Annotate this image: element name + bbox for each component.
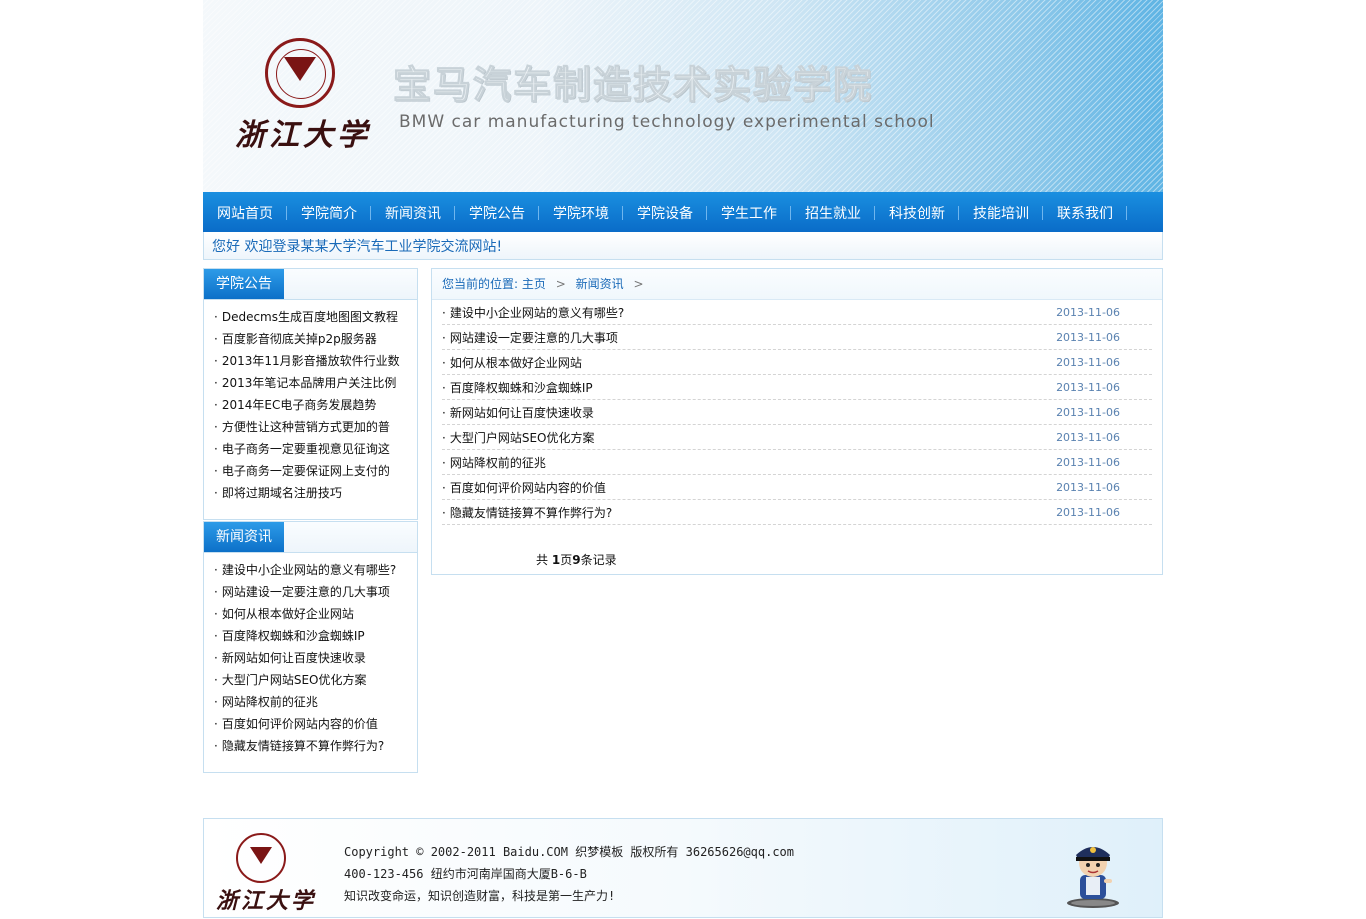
nav-item-environment[interactable]: 学院环境 bbox=[539, 192, 623, 232]
nav-item-news[interactable]: 新闻资讯 bbox=[371, 192, 455, 232]
welcome-bar: 您好 欢迎登录某某大学汽车工业学院交流网站! bbox=[203, 232, 1163, 260]
list-item[interactable]: 百度降权蜘蛛和沙盒蜘蛛IP bbox=[214, 625, 404, 647]
footer-seal-logo bbox=[236, 833, 286, 883]
nav-item-admissions[interactable]: 招生就业 bbox=[791, 192, 875, 232]
main-content: 您当前的位置: 主页 > 新闻资讯 > 建设中小企业网站的意义有哪些? 2013-… bbox=[431, 268, 1163, 575]
list-item[interactable]: 百度如何评价网站内容的价值 bbox=[214, 713, 404, 735]
nav-item-equipment[interactable]: 学院设备 bbox=[623, 192, 707, 232]
article-list: 建设中小企业网站的意义有哪些? 2013-11-06 网站建设一定要注意的几大事项… bbox=[442, 300, 1152, 525]
article-title-link[interactable]: 新网站如何让百度快速收录 bbox=[442, 404, 594, 421]
list-item[interactable]: 网站建设一定要注意的几大事项 bbox=[214, 581, 404, 603]
table-row: 网站降权前的征兆 2013-11-06 bbox=[442, 450, 1152, 475]
table-row: 如何从根本做好企业网站 2013-11-06 bbox=[442, 350, 1152, 375]
article-title-link[interactable]: 百度降权蜘蛛和沙盒蜘蛛IP bbox=[442, 379, 593, 396]
footer-copyright: Copyright © 2002-2011 Baidu.COM 织梦模板 版权所… bbox=[344, 845, 795, 859]
article-date: 2013-11-06 bbox=[1056, 355, 1120, 369]
pager-mid: 页 bbox=[560, 553, 573, 567]
sidebar-notices-header: 学院公告 bbox=[204, 269, 417, 300]
list-item[interactable]: 隐藏友情链接算不算作弊行为? bbox=[214, 735, 404, 757]
table-row: 大型门户网站SEO优化方案 2013-11-06 bbox=[442, 425, 1152, 450]
article-date: 2013-11-06 bbox=[1056, 505, 1120, 519]
article-title-link[interactable]: 建设中小企业网站的意义有哪些? bbox=[442, 304, 624, 321]
breadcrumb-home-link[interactable]: 主页 bbox=[522, 277, 546, 291]
list-item[interactable]: 即将过期域名注册技巧 bbox=[214, 482, 404, 504]
breadcrumb-prefix: 您当前的位置: bbox=[442, 277, 519, 291]
article-title-link[interactable]: 网站降权前的征兆 bbox=[442, 454, 546, 471]
list-item[interactable]: 电子商务一定要保证网上支付的 bbox=[214, 460, 404, 482]
sidebar-news-header: 新闻资讯 bbox=[204, 522, 417, 553]
header-banner: 浙江大学 宝马汽车制造技术实验学院 BMW car manufacturing … bbox=[203, 0, 1163, 192]
nav-item-student-work[interactable]: 学生工作 bbox=[707, 192, 791, 232]
list-item[interactable]: 2014年EC电子商务发展趋势 bbox=[214, 394, 404, 416]
article-date: 2013-11-06 bbox=[1056, 480, 1120, 494]
footer-info: Copyright © 2002-2011 Baidu.COM 织梦模板 版权所… bbox=[344, 841, 794, 907]
university-seal-logo bbox=[265, 38, 335, 108]
seal-emblem-icon bbox=[284, 57, 316, 81]
nav-item-innovation[interactable]: 科技创新 bbox=[875, 192, 959, 232]
breadcrumb-trail-separator: > bbox=[633, 277, 644, 291]
article-date: 2013-11-06 bbox=[1056, 330, 1120, 344]
sidebar-news-box: 新闻资讯 建设中小企业网站的意义有哪些? 网站建设一定要注意的几大事项 如何从根… bbox=[203, 521, 418, 773]
university-logo-text: 浙江大学 bbox=[235, 118, 371, 153]
list-item[interactable]: 大型门户网站SEO优化方案 bbox=[214, 669, 404, 691]
police-mascot-icon bbox=[1067, 847, 1119, 908]
list-item[interactable]: Dedecms生成百度地图图文教程 bbox=[214, 306, 404, 328]
list-item[interactable]: 2013年11月影音播放软件行业数 bbox=[214, 350, 404, 372]
list-item[interactable]: 如何从根本做好企业网站 bbox=[214, 603, 404, 625]
article-date: 2013-11-06 bbox=[1056, 455, 1120, 469]
nav-item-home[interactable]: 网站首页 bbox=[203, 192, 287, 232]
list-item[interactable]: 电子商务一定要重视意见征询这 bbox=[214, 438, 404, 460]
table-row: 百度降权蜘蛛和沙盒蜘蛛IP 2013-11-06 bbox=[442, 375, 1152, 400]
table-row: 建设中小企业网站的意义有哪些? 2013-11-06 bbox=[442, 300, 1152, 325]
nav-item-training[interactable]: 技能培训 bbox=[959, 192, 1043, 232]
sidebar-notices-box: 学院公告 Dedecms生成百度地图图文教程 百度影音彻底关掉p2p服务器 20… bbox=[203, 268, 418, 520]
main-nav: 网站首页 学院简介 新闻资讯 学院公告 学院环境 学院设备 学生工作 招生就业 … bbox=[203, 192, 1163, 232]
school-title-cn: 宝马汽车制造技术实验学院 bbox=[392, 63, 874, 108]
sidebar-news-title[interactable]: 新闻资讯 bbox=[204, 522, 284, 552]
footer: 浙江大学 Copyright © 2002-2011 Baidu.COM 织梦模… bbox=[203, 818, 1163, 918]
nav-item-about[interactable]: 学院简介 bbox=[287, 192, 371, 232]
pager-page-count: 1 bbox=[551, 553, 561, 567]
list-item[interactable]: 百度影音彻底关掉p2p服务器 bbox=[214, 328, 404, 350]
list-item[interactable]: 新网站如何让百度快速收录 bbox=[214, 647, 404, 669]
footer-contact: 400-123-456 纽约市河南岸国商大厦B-6-B bbox=[344, 867, 587, 881]
list-item[interactable]: 方便性让这种营销方式更加的普 bbox=[214, 416, 404, 438]
table-row: 百度如何评价网站内容的价值 2013-11-06 bbox=[442, 475, 1152, 500]
nav-item-contact[interactable]: 联系我们 bbox=[1043, 192, 1127, 232]
article-title-link[interactable]: 百度如何评价网站内容的价值 bbox=[442, 479, 606, 496]
article-date: 2013-11-06 bbox=[1056, 305, 1120, 319]
breadcrumb-current-link[interactable]: 新闻资讯 bbox=[576, 277, 624, 291]
sidebar-notices-title[interactable]: 学院公告 bbox=[204, 269, 284, 299]
article-title-link[interactable]: 网站建设一定要注意的几大事项 bbox=[442, 329, 618, 346]
breadcrumb-separator: > bbox=[555, 277, 566, 291]
article-title-link[interactable]: 如何从根本做好企业网站 bbox=[442, 354, 582, 371]
article-date: 2013-11-06 bbox=[1056, 430, 1120, 444]
sidebar-notices-list: Dedecms生成百度地图图文教程 百度影音彻底关掉p2p服务器 2013年11… bbox=[204, 300, 417, 504]
pager-record-count: 9 bbox=[572, 553, 581, 567]
breadcrumb: 您当前的位置: 主页 > 新闻资讯 > bbox=[432, 269, 1162, 300]
table-row: 网站建设一定要注意的几大事项 2013-11-06 bbox=[442, 325, 1152, 350]
school-title-en: BMW car manufacturing technology experim… bbox=[399, 112, 935, 132]
table-row: 隐藏友情链接算不算作弊行为? 2013-11-06 bbox=[442, 500, 1152, 525]
pagination-summary: 共 1页9条记录 bbox=[536, 551, 617, 568]
nav-item-notices[interactable]: 学院公告 bbox=[455, 192, 539, 232]
pager-suffix: 条记录 bbox=[580, 553, 617, 567]
sidebar-news-list: 建设中小企业网站的意义有哪些? 网站建设一定要注意的几大事项 如何从根本做好企业… bbox=[204, 553, 417, 757]
article-title-link[interactable]: 隐藏友情链接算不算作弊行为? bbox=[442, 504, 612, 521]
list-item[interactable]: 建设中小企业网站的意义有哪些? bbox=[214, 559, 404, 581]
article-title-link[interactable]: 大型门户网站SEO优化方案 bbox=[442, 429, 595, 446]
table-row: 新网站如何让百度快速收录 2013-11-06 bbox=[442, 400, 1152, 425]
footer-slogan: 知识改变命运，知识创造财富，科技是第一生产力! bbox=[344, 889, 616, 903]
article-date: 2013-11-06 bbox=[1056, 405, 1120, 419]
footer-logo-text: 浙江大学 bbox=[216, 888, 317, 914]
pager-prefix: 共 bbox=[536, 553, 552, 567]
list-item[interactable]: 2013年笔记本品牌用户关注比例 bbox=[214, 372, 404, 394]
article-date: 2013-11-06 bbox=[1056, 380, 1120, 394]
footer-seal-emblem-icon bbox=[250, 847, 272, 864]
list-item[interactable]: 网站降权前的征兆 bbox=[214, 691, 404, 713]
